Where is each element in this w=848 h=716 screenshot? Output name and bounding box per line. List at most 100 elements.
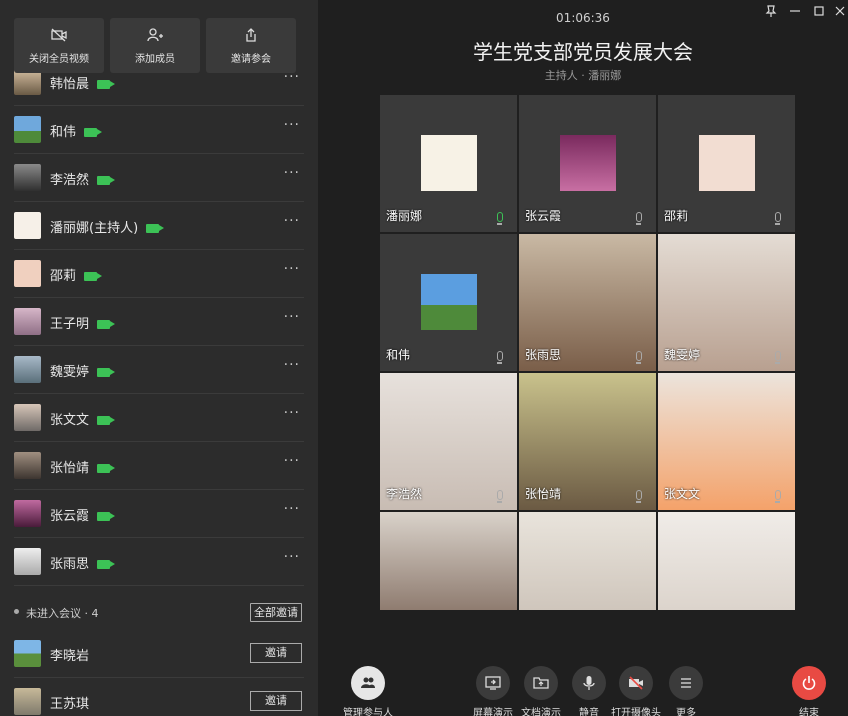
video-tile[interactable]: 李浩然: [380, 373, 517, 510]
microphone-icon: [775, 490, 781, 503]
microphone-icon: [775, 212, 781, 225]
more-options-button[interactable]: ···: [284, 453, 300, 469]
camera-button[interactable]: 打开摄像头: [608, 666, 664, 716]
participant-name: 张雨思: [50, 553, 116, 572]
participant-name: 张怡靖: [50, 457, 116, 476]
folder-icon: [524, 666, 558, 700]
participant-row[interactable]: 张文文 ···: [0, 394, 318, 442]
microphone-icon: [497, 351, 503, 364]
more-options-button[interactable]: ···: [284, 213, 300, 229]
camera-on-icon: [97, 368, 116, 377]
video-tile[interactable]: 邵莉: [658, 95, 795, 232]
video-tile[interactable]: 张怡靖: [519, 373, 656, 510]
participant-row[interactable]: 李浩然 ···: [0, 154, 318, 202]
doc-share-button[interactable]: 文档演示: [519, 666, 563, 716]
add-member-button[interactable]: 添加成员: [110, 18, 200, 73]
participant-name: 邵莉: [50, 265, 103, 284]
mute-label: 静音: [579, 708, 599, 716]
participant-name-text: 王子明: [50, 317, 90, 332]
video-tile[interactable]: 张文文: [658, 373, 795, 510]
invite-all-button[interactable]: 全部邀请: [250, 603, 302, 622]
avatar: [14, 356, 41, 383]
participant-row[interactable]: 张雨思 ···: [0, 538, 318, 586]
participant-name-text: 李浩然: [50, 173, 90, 188]
add-member-label: 添加成员: [135, 54, 175, 65]
participant-name-text: 张文文: [50, 413, 90, 428]
camera-on-icon: [97, 512, 116, 521]
pending-label: 未进入会议 · 4: [26, 607, 99, 620]
video-tile[interactable]: 潘丽娜: [380, 95, 517, 232]
invite-person-button[interactable]: 邀请: [250, 691, 302, 711]
participant-name-text: 张怡靖: [50, 461, 90, 476]
participant-row[interactable]: 魏雯婷 ···: [0, 346, 318, 394]
video-tile[interactable]: [380, 512, 517, 610]
more-button[interactable]: 更多: [664, 666, 708, 716]
participant-name-text: 韩怡晨: [50, 77, 90, 92]
manage-participants-label: 管理参与人: [343, 708, 393, 716]
more-options-button[interactable]: ···: [284, 165, 300, 181]
more-options-button[interactable]: ···: [284, 501, 300, 517]
more-options-button[interactable]: ···: [284, 261, 300, 277]
microphone-icon: [636, 351, 642, 364]
video-tile[interactable]: 张云霞: [519, 95, 656, 232]
doc-share-label: 文档演示: [521, 708, 561, 716]
screen-share-button[interactable]: 屏幕演示: [471, 666, 515, 716]
power-icon: [792, 666, 826, 700]
avatar: [699, 135, 755, 191]
camera-on-icon: [97, 320, 116, 329]
camera-on-icon: [84, 272, 103, 281]
more-label: 更多: [676, 708, 696, 716]
participant-row[interactable]: 张云霞 ···: [0, 490, 318, 538]
video-tile[interactable]: [519, 512, 656, 610]
microphone-icon: [497, 212, 503, 225]
meeting-host: 主持人 · 潘丽娜: [544, 69, 622, 82]
disable-all-video-button[interactable]: 关闭全员视频: [14, 18, 104, 73]
meeting-title: 学生党支部党员发展大会: [473, 40, 693, 64]
camera-off-icon: [51, 28, 67, 42]
mute-button[interactable]: 静音: [567, 666, 611, 716]
participant-name-text: 魏雯婷: [50, 365, 90, 380]
avatar: [421, 135, 477, 191]
video-tile[interactable]: [658, 512, 795, 610]
meeting-controls: 管理参与人 屏幕演示 文档演示 静音 打开摄像头 更多 结束: [318, 660, 848, 716]
invite-button[interactable]: 邀请参会: [206, 18, 296, 73]
meeting-window: 关闭全员视频 添加成员 邀请参会 韩怡晨 ··· 和伟 ··· 李浩然 ··· 潘丽娜(主持…: [0, 0, 848, 716]
participants-icon: [351, 666, 385, 700]
tile-name: 张雨思: [525, 348, 562, 362]
camera-on-icon: [97, 176, 116, 185]
video-tile[interactable]: 和伟: [380, 234, 517, 371]
pending-row: 王苏琪 邀请: [0, 678, 318, 716]
more-options-button[interactable]: ···: [284, 117, 300, 133]
avatar: [14, 548, 41, 575]
video-area: 01:06:36 学生党支部党员发展大会 主持人 · 潘丽娜 潘丽娜 张云霞 邵莉和…: [318, 0, 848, 716]
participant-name: 魏雯婷: [50, 361, 116, 380]
avatar: [560, 135, 616, 191]
participant-toolbar: 关闭全员视频 添加成员 邀请参会: [0, 0, 318, 78]
participant-row[interactable]: 潘丽娜(主持人) ···: [0, 202, 318, 250]
participant-row[interactable]: 和伟 ···: [0, 106, 318, 154]
participant-row[interactable]: 王子明 ···: [0, 298, 318, 346]
manage-participants-button[interactable]: 管理参与人: [338, 666, 398, 716]
tile-name: 张云霞: [525, 209, 562, 223]
participant-row[interactable]: 邵莉 ···: [0, 250, 318, 298]
more-options-button[interactable]: ···: [284, 549, 300, 565]
video-tile[interactable]: 魏雯婷: [658, 234, 795, 371]
end-meeting-button[interactable]: 结束: [787, 666, 831, 716]
microphone-icon: [775, 351, 781, 364]
microphone-icon: [497, 490, 503, 503]
more-options-button[interactable]: ···: [284, 309, 300, 325]
more-options-button[interactable]: ···: [284, 405, 300, 421]
avatar: [14, 164, 41, 191]
video-grid: 潘丽娜 张云霞 邵莉和伟 张雨思 魏雯婷李浩然 张怡靖 张文文: [380, 95, 796, 610]
avatar: [14, 116, 41, 143]
tile-name: 和伟: [386, 348, 411, 362]
participant-name-text: 张云霞: [50, 509, 90, 524]
more-options-button[interactable]: ···: [284, 357, 300, 373]
participant-panel: 关闭全员视频 添加成员 邀请参会 韩怡晨 ··· 和伟 ··· 李浩然 ··· 潘丽娜(主持…: [0, 0, 318, 716]
invite-person-button[interactable]: 邀请: [250, 643, 302, 663]
participant-row[interactable]: 张怡靖 ···: [0, 442, 318, 490]
participant-name-text: 潘丽娜(主持人): [50, 221, 139, 236]
participant-name: 和伟: [50, 121, 103, 140]
avatar: [14, 260, 41, 287]
video-tile[interactable]: 张雨思: [519, 234, 656, 371]
